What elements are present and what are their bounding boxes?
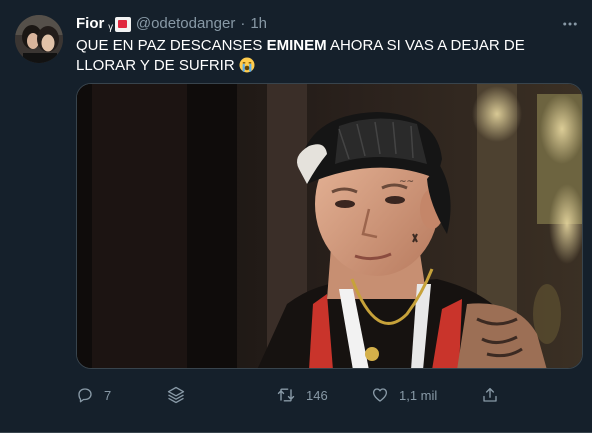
reply-icon — [78, 388, 92, 403]
stack-button[interactable] — [166, 385, 186, 405]
tweet-actions: 7 146 1,1 mil — [76, 385, 506, 405]
avatar-image — [15, 15, 63, 63]
tweet-header: Fior ᵧ @odetodanger · 1h — [76, 14, 267, 34]
reply-count: 7 — [104, 387, 112, 403]
retweet-count: 146 — [306, 387, 328, 403]
tweet-media-image[interactable]: ~~ — [76, 83, 583, 369]
tweet-card[interactable]: Fior ᵧ @odetodanger · 1h QUE EN PAZ DESC… — [0, 0, 592, 433]
retweet-button[interactable]: 146 — [276, 385, 328, 405]
display-name[interactable]: Fior — [76, 14, 104, 34]
share-button[interactable] — [481, 385, 499, 405]
share-icon — [483, 387, 497, 402]
layers-icon — [167, 386, 185, 404]
user-handle[interactable]: @odetodanger — [136, 14, 235, 34]
name-emoji: ᵧ — [108, 16, 113, 32]
tweet-text: QUE EN PAZ DESCANSES EMINEM AHORA SI VAS… — [76, 36, 576, 76]
avatar[interactable] — [15, 15, 63, 63]
reply-button[interactable]: 7 — [76, 385, 111, 405]
more-horizontal-icon — [563, 22, 577, 26]
tweet-text-bold: EMINEM — [266, 37, 327, 54]
flag-emoji-icon — [114, 16, 131, 32]
loudly-crying-face-icon — [239, 57, 255, 73]
tweet-text-part: QUE EN PAZ DESCANSES — [76, 37, 267, 54]
timestamp[interactable]: 1h — [250, 14, 267, 34]
more-options-button[interactable] — [560, 14, 580, 34]
svg-text:~~: ~~ — [399, 177, 414, 187]
heart-icon — [372, 388, 388, 402]
like-button[interactable]: 1,1 mil — [371, 385, 437, 405]
separator-dot: · — [240, 15, 246, 32]
retweet-icon — [277, 388, 295, 402]
photo-man-with-cap: ~~ — [77, 84, 582, 368]
like-count: 1,1 mil — [399, 387, 438, 403]
